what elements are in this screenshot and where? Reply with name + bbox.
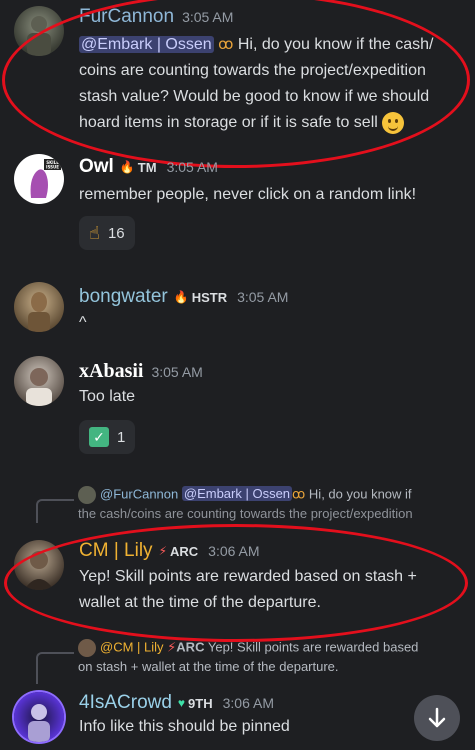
pretzel-icon: ꝏ	[292, 486, 306, 502]
reply-avatar	[78, 486, 96, 504]
person-avatar-icon	[26, 368, 52, 406]
reply-connector	[36, 652, 74, 684]
guild-tag-arc[interactable]: ⚡ ARC	[159, 544, 199, 559]
avatar-4isacrowd[interactable]	[14, 692, 64, 742]
check-mark-icon: ✓	[89, 427, 109, 447]
timestamp: 3:05 AM	[151, 363, 203, 380]
reply-text: Yep! Skill points are rewarded based	[207, 639, 419, 655]
text-line: wallet at the time of the departure.	[79, 594, 321, 611]
timestamp: 3:05 AM	[182, 9, 234, 25]
message-body-owl: remember people, never click on a random…	[79, 186, 417, 203]
tag-label: HSTR	[191, 289, 228, 305]
username-xabasii[interactable]: xAbasii	[79, 360, 143, 383]
reply-preview[interactable]: @CM | Lily ⚡ARC Yep! Skill points are re…	[78, 639, 418, 657]
message-body-xabasii: Too late	[79, 388, 136, 405]
tag-label: TM	[137, 159, 157, 175]
reply-text: Hi, do you know if	[308, 486, 412, 502]
reply-preview-line2: on stash + wallet at the time of the dep…	[78, 659, 339, 674]
message-owl: SKILL ISSUE Owl 🔥 TM 3:05 AM remember peo…	[0, 150, 475, 260]
heart-icon: ♥	[177, 696, 186, 710]
avatar-owl[interactable]: SKILL ISSUE	[14, 154, 64, 204]
avatar-lily[interactable]	[14, 540, 64, 590]
tag-label: 9TH	[188, 695, 213, 711]
guild-tag-tm[interactable]: 🔥 TM	[120, 160, 157, 175]
reply-mention: @Embark | Ossen	[181, 486, 293, 502]
arrow-down-icon	[428, 707, 446, 728]
soldier-avatar-icon	[27, 16, 51, 56]
text-line: coins are counting towards the project/e…	[79, 62, 426, 79]
message-body-bongwater: ^	[79, 314, 87, 331]
reply-username: @CM | Lily	[100, 639, 164, 655]
reaction-check-mark[interactable]: ✓ 1	[79, 420, 136, 454]
jump-to-bottom-button[interactable]	[414, 695, 460, 741]
guild-tag-hstr[interactable]: 🔥 HSTR	[174, 290, 227, 305]
point-up-icon: ☝	[89, 222, 100, 243]
avatar-xabasii[interactable]	[14, 356, 64, 406]
reply-connector	[36, 499, 74, 523]
reply-username: @FurCannon	[100, 486, 179, 502]
timestamp: 3:06 AM	[222, 695, 274, 711]
text-line: Hi, do you know if the cash/	[237, 36, 434, 53]
reaction-count: 1	[117, 428, 126, 446]
username-lily[interactable]: CM | Lily	[79, 540, 153, 562]
lightning-icon: ⚡	[167, 639, 177, 655]
lightning-icon: ⚡	[158, 544, 167, 558]
timestamp: 3:05 AM	[166, 159, 218, 175]
reply-preview-line2: the cash/coins are counting towards the …	[78, 506, 413, 521]
tag-label: ARC	[170, 543, 199, 559]
message-furcannon: FurCannon 3:05 AM @Embark | Ossen ꝏ Hi, …	[0, 0, 475, 150]
owl-avatar-icon: SKILL ISSUE	[30, 159, 61, 198]
message-lily: CM | Lily ⚡ ARC 3:06 AM Yep! Skill points…	[0, 536, 475, 616]
reaction-point-up[interactable]: ☝ 16	[79, 216, 135, 250]
flame-icon: 🔥	[119, 160, 135, 174]
reply-preview[interactable]: @FurCannon @Embark | Ossen ꝏ Hi, do you k…	[78, 486, 412, 504]
message-body-lily: Yep! Skill points are rewarded based on …	[79, 564, 457, 616]
pretzel-icon: ꝏ	[218, 36, 234, 53]
timestamp: 3:06 AM	[208, 543, 260, 559]
message-body-furcannon: @Embark | Ossen ꝏ Hi, do you know if the…	[79, 32, 457, 136]
text-line: hoard items in storage or if it is safe …	[79, 114, 378, 131]
reaction-count: 16	[107, 224, 125, 242]
username-bongwater[interactable]: bongwater	[79, 286, 168, 308]
username-furcannon[interactable]: FurCannon	[79, 6, 174, 28]
portrait-avatar-icon	[28, 292, 50, 332]
person-avatar-icon	[28, 704, 50, 742]
svg-text:ISSUE: ISSUE	[46, 165, 59, 170]
timestamp: 3:05 AM	[237, 289, 289, 305]
username-owl[interactable]: Owl	[79, 156, 114, 178]
mention-embark-ossen[interactable]: @Embark | Ossen	[79, 36, 214, 53]
message-bongwater: bongwater 🔥 HSTR 3:05 AM ^	[0, 280, 475, 340]
avatar-bongwater[interactable]	[14, 282, 64, 332]
reply-tag: ARC	[176, 639, 205, 655]
character-avatar-icon	[24, 551, 54, 590]
flame-icon: 🔥	[173, 290, 189, 304]
message-4isacrowd: 4IsACrowd ♥ 9TH 3:06 AM Info like this sh…	[0, 688, 475, 750]
text-line: Yep! Skill points are rewarded based on …	[79, 568, 417, 585]
username-4isacrowd[interactable]: 4IsACrowd	[79, 692, 172, 714]
guild-tag-9th[interactable]: ♥ 9TH	[178, 696, 213, 711]
text-line: stash value? Would be good to know if we…	[79, 88, 430, 105]
avatar-furcannon[interactable]	[14, 6, 64, 56]
slightly-smiling-face-icon	[382, 111, 405, 134]
message-body-4isacrowd: Info like this should be pinned	[79, 718, 290, 735]
message-xabasii: xAbasii 3:05 AM Too late ✓ 1	[0, 354, 475, 464]
reply-avatar	[78, 639, 96, 657]
